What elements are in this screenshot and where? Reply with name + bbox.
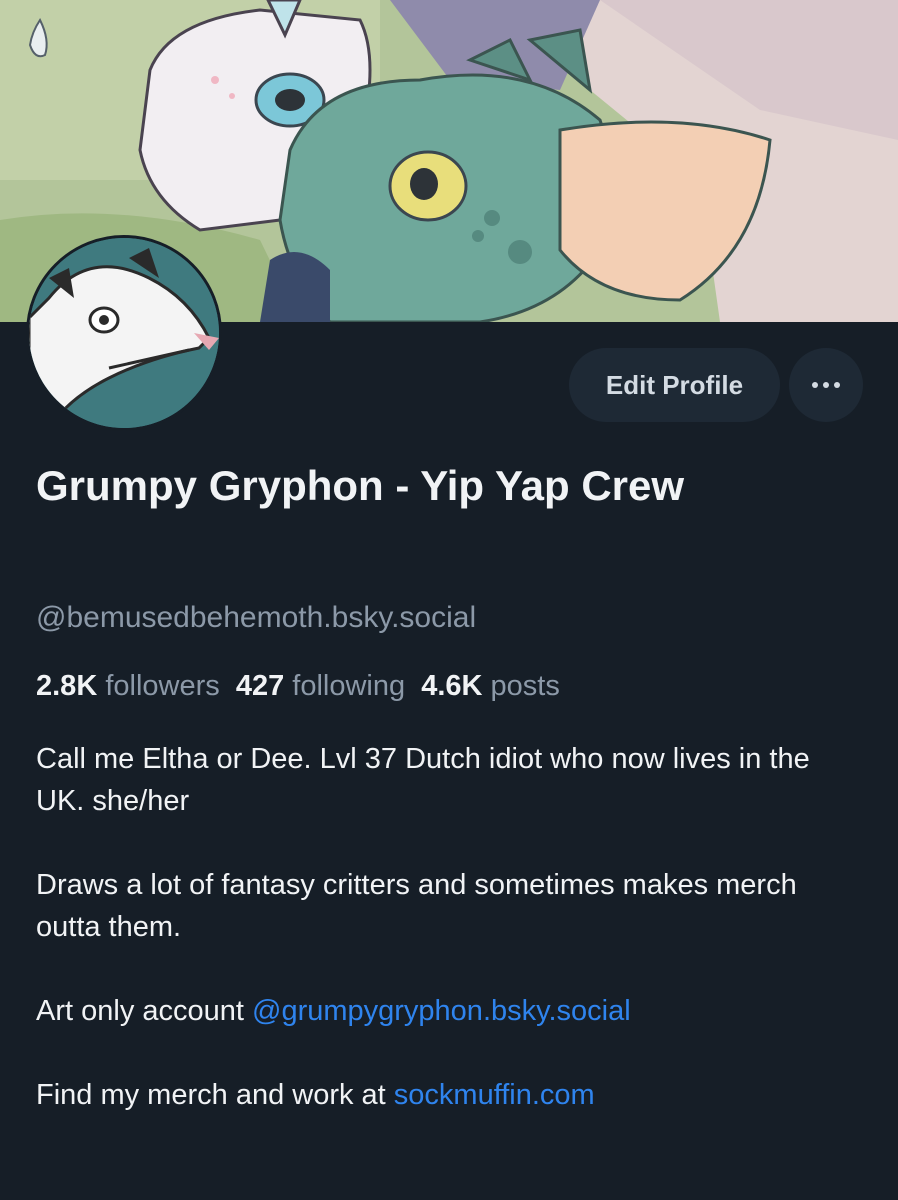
website-link[interactable]: sockmuffin.com [394, 1079, 595, 1111]
following-count: 427 [235, 670, 285, 702]
ellipsis-icon [834, 382, 840, 388]
bio-text: Find my merch and work at [36, 1079, 394, 1111]
avatar-illustration [29, 238, 219, 428]
ellipsis-icon [812, 382, 818, 388]
bio-paragraph: Call me Eltha or Dee. Lvl 37 Dutch idiot… [36, 743, 810, 817]
followers-count: 2.8K [36, 670, 98, 702]
profile-handle: @bemusedbehemoth.bsky.social [36, 601, 477, 634]
art-account-link[interactable]: @grumpygryphon.bsky.social [252, 995, 631, 1027]
bio-text: Art only account [36, 995, 252, 1027]
bio-paragraph: Art only account @grumpygryphon.bsky.soc… [36, 990, 866, 1032]
posts-label: posts [490, 670, 560, 702]
posts-stat: 4.6K posts [421, 670, 560, 702]
more-options-button[interactable] [789, 348, 863, 422]
ellipsis-icon [823, 382, 829, 388]
posts-count: 4.6K [421, 670, 483, 702]
following-stat[interactable]: 427 following [236, 670, 405, 702]
display-name: Grumpy Gryphon - Yip Yap Crew [36, 462, 685, 509]
profile-bio: Call me Eltha or Dee. Lvl 37 Dutch idiot… [36, 738, 866, 1158]
bio-paragraph: Draws a lot of fantasy critters and some… [36, 869, 797, 943]
following-label: following [292, 670, 406, 702]
followers-stat[interactable]: 2.8K followers [36, 670, 220, 702]
followers-label: followers [105, 670, 220, 702]
profile-avatar[interactable] [26, 235, 222, 431]
profile-stats: 2.8K followers 427 following 4.6K posts [36, 664, 568, 708]
edit-profile-button[interactable]: Edit Profile [569, 348, 780, 422]
bio-paragraph: Find my merch and work at sockmuffin.com [36, 1074, 866, 1116]
